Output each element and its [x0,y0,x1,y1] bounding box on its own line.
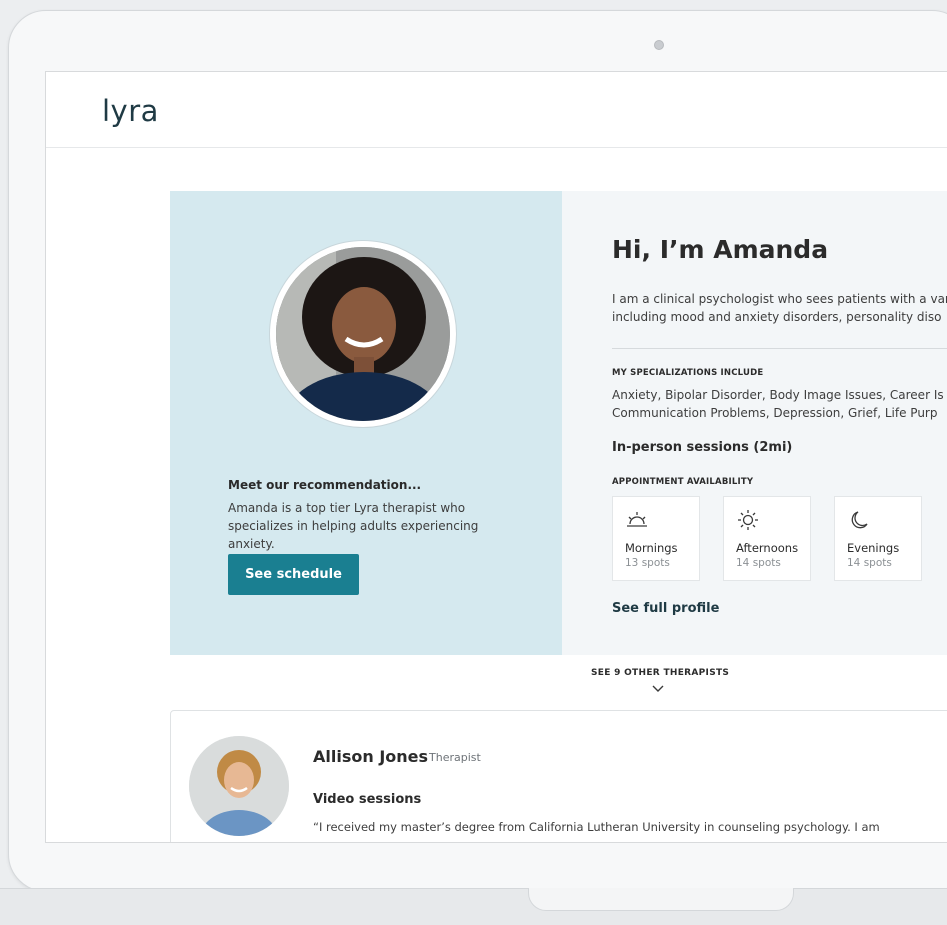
recommendation-title: Meet our recommendation... [228,478,422,492]
spec-line: Anxiety, Bipolar Disorder, Body Image Is… [612,388,944,402]
recommendation-description: Amanda is a top tier Lyra therapist who … [228,501,479,551]
see-other-therapists-link[interactable]: SEE 9 OTHER THERAPISTS [591,668,729,678]
therapist-avatar-ring [270,241,456,427]
therapist-greeting: Hi, I’m Amanda [612,235,829,264]
recommendation-panel: Meet our recommendation... Amanda is a t… [170,191,562,655]
slot-name: Mornings [625,541,678,555]
availability-label: APPOINTMENT AVAILABILITY [612,477,754,487]
slot-spots: 14 spots [736,557,781,569]
screen: lyra Meet our recommendation... Amanda i… [45,71,947,843]
slot-spots: 14 spots [847,557,892,569]
lyra-logo[interactable]: lyra [102,94,159,128]
spec-line: Communication Problems, Depression, Grie… [612,406,938,420]
card-therapist-name[interactable]: Allison Jones [313,747,428,766]
laptop-notch [528,888,794,911]
bio-line: including mood and anxiety disorders, pe… [612,310,942,324]
camera-icon [654,40,664,50]
slot-afternoons[interactable]: Afternoons 14 spots [723,496,811,581]
therapist-bio: I am a clinical psychologist who sees pa… [612,290,947,326]
slot-mornings[interactable]: Mornings 13 spots [612,496,700,581]
card-session-type: Video sessions [313,792,422,807]
therapist-card[interactable]: Allison Jones Therapist Video sessions “… [170,710,947,842]
bio-line: I am a clinical psychologist who sees pa… [612,292,947,306]
sunrise-icon [627,512,647,527]
slot-name: Evenings [847,541,900,555]
card-quote: “I received my master’s degree from Cali… [313,820,880,834]
specializations-label: MY SPECIALIZATIONS INCLUDE [612,368,764,378]
moon-icon [851,511,868,529]
slot-evenings[interactable]: Evenings 14 spots [834,496,922,581]
therapist-avatar [276,247,450,421]
slot-name: Afternoons [736,541,799,555]
card-therapist-role: Therapist [429,751,481,764]
therapist-details-panel: Hi, I’m Amanda I am a clinical psycholog… [562,191,947,655]
slot-spots: 13 spots [625,557,670,569]
see-full-profile-link[interactable]: See full profile [612,601,719,616]
laptop-base [0,888,947,925]
chevron-down-icon[interactable] [652,685,664,693]
divider [612,348,947,349]
site-header: lyra [46,72,947,148]
sun-icon [738,510,758,530]
see-schedule-button[interactable]: See schedule [228,554,359,595]
session-type: In-person sessions (2mi) [612,440,793,455]
specializations-list: Anxiety, Bipolar Disorder, Body Image Is… [612,386,944,422]
card-avatar [189,736,289,836]
